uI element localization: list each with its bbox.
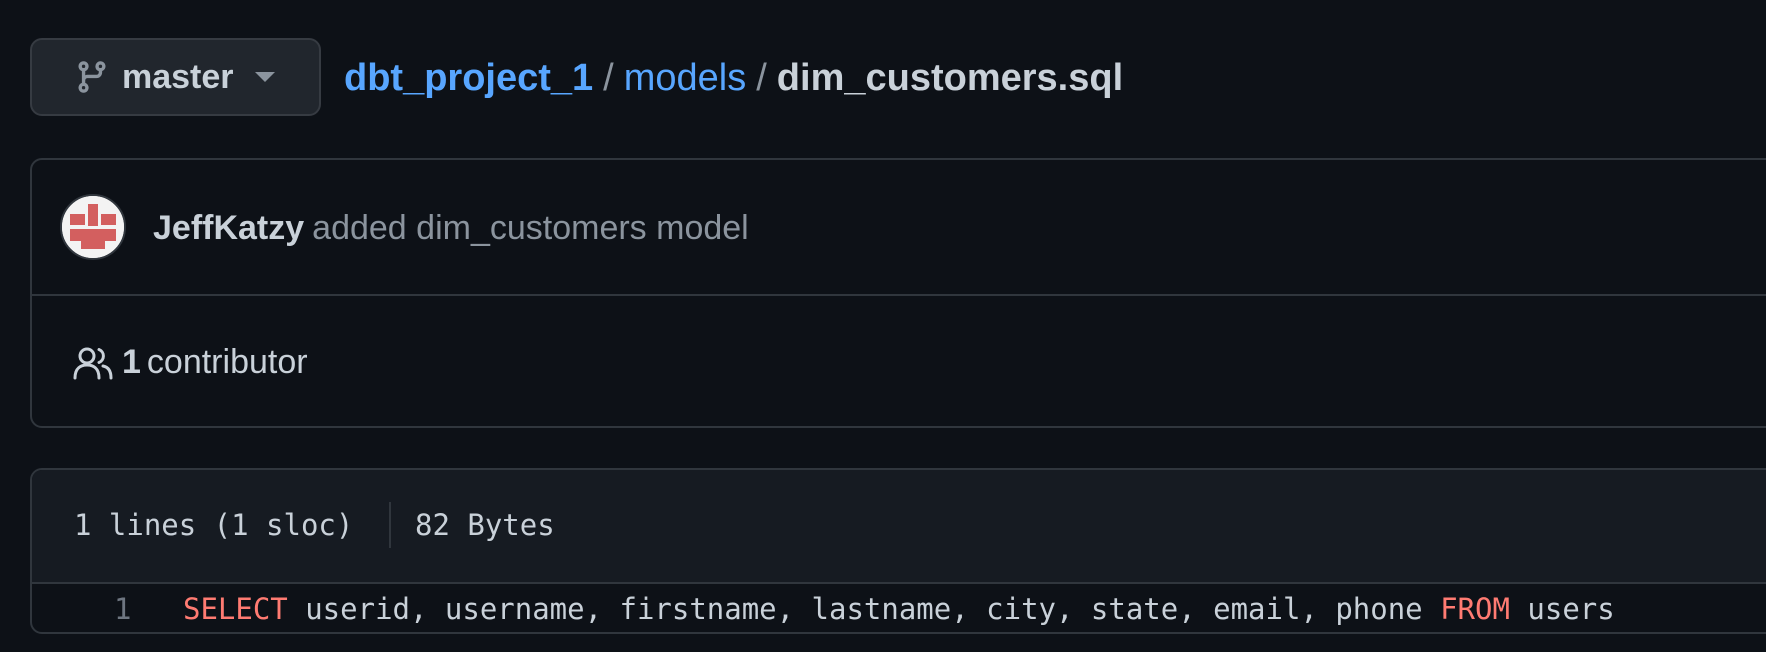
contributors-label: contributor — [146, 343, 308, 381]
commit-author-link[interactable]: JeffKatzy — [153, 209, 304, 247]
contributors-row: 1 contributor — [32, 296, 1766, 428]
breadcrumb-separator: / — [603, 57, 614, 99]
breadcrumb: dbt_project_1/models / dim_customers.sql — [344, 52, 1123, 104]
sql-columns: userid, username, firstname, lastname, c… — [287, 592, 1441, 626]
breadcrumb-separator: / — [756, 57, 767, 99]
sql-keyword: FROM — [1440, 592, 1510, 626]
contributors-link[interactable]: 1 contributor — [122, 338, 308, 386]
code-line-content: SELECT userid, username, firstname, last… — [183, 584, 1615, 632]
commit-message-link[interactable]: added dim_customers model — [312, 209, 749, 247]
git-branch-icon — [74, 59, 110, 95]
commit-summary: JeffKatzy added dim_customers model — [153, 204, 749, 252]
branch-selector-button[interactable]: master — [30, 38, 321, 116]
caret-down-icon — [254, 70, 276, 84]
breadcrumb-file-name: dim_customers.sql — [776, 57, 1124, 99]
line-number[interactable]: 1 — [114, 584, 131, 632]
sql-table: users — [1509, 592, 1615, 626]
breadcrumb-folder-link[interactable]: models — [624, 57, 747, 99]
branch-name: master — [122, 57, 234, 96]
commit-row: JeffKatzy added dim_customers model — [32, 160, 1766, 296]
file-header: 1 lines (1 sloc) 82 Bytes — [32, 470, 1766, 584]
file-content-box: 1 lines (1 sloc) 82 Bytes 1 SELECT useri… — [30, 468, 1766, 634]
people-icon — [73, 346, 113, 380]
file-lines-info: 1 lines (1 sloc) — [74, 508, 354, 542]
avatar[interactable] — [60, 194, 126, 260]
file-view-page: master dbt_project_1/models / dim_customer… — [0, 0, 1766, 652]
latest-commit-box: JeffKatzy added dim_customers model 1 cont… — [30, 158, 1766, 428]
contributors-count: 1 — [122, 343, 141, 381]
file-info-divider — [389, 502, 391, 548]
sql-keyword: SELECT — [183, 592, 288, 626]
file-size: 82 Bytes — [415, 508, 555, 542]
code-line: 1 SELECT userid, username, firstname, la… — [32, 584, 1766, 632]
breadcrumb-repo-link[interactable]: dbt_project_1 — [344, 57, 593, 99]
